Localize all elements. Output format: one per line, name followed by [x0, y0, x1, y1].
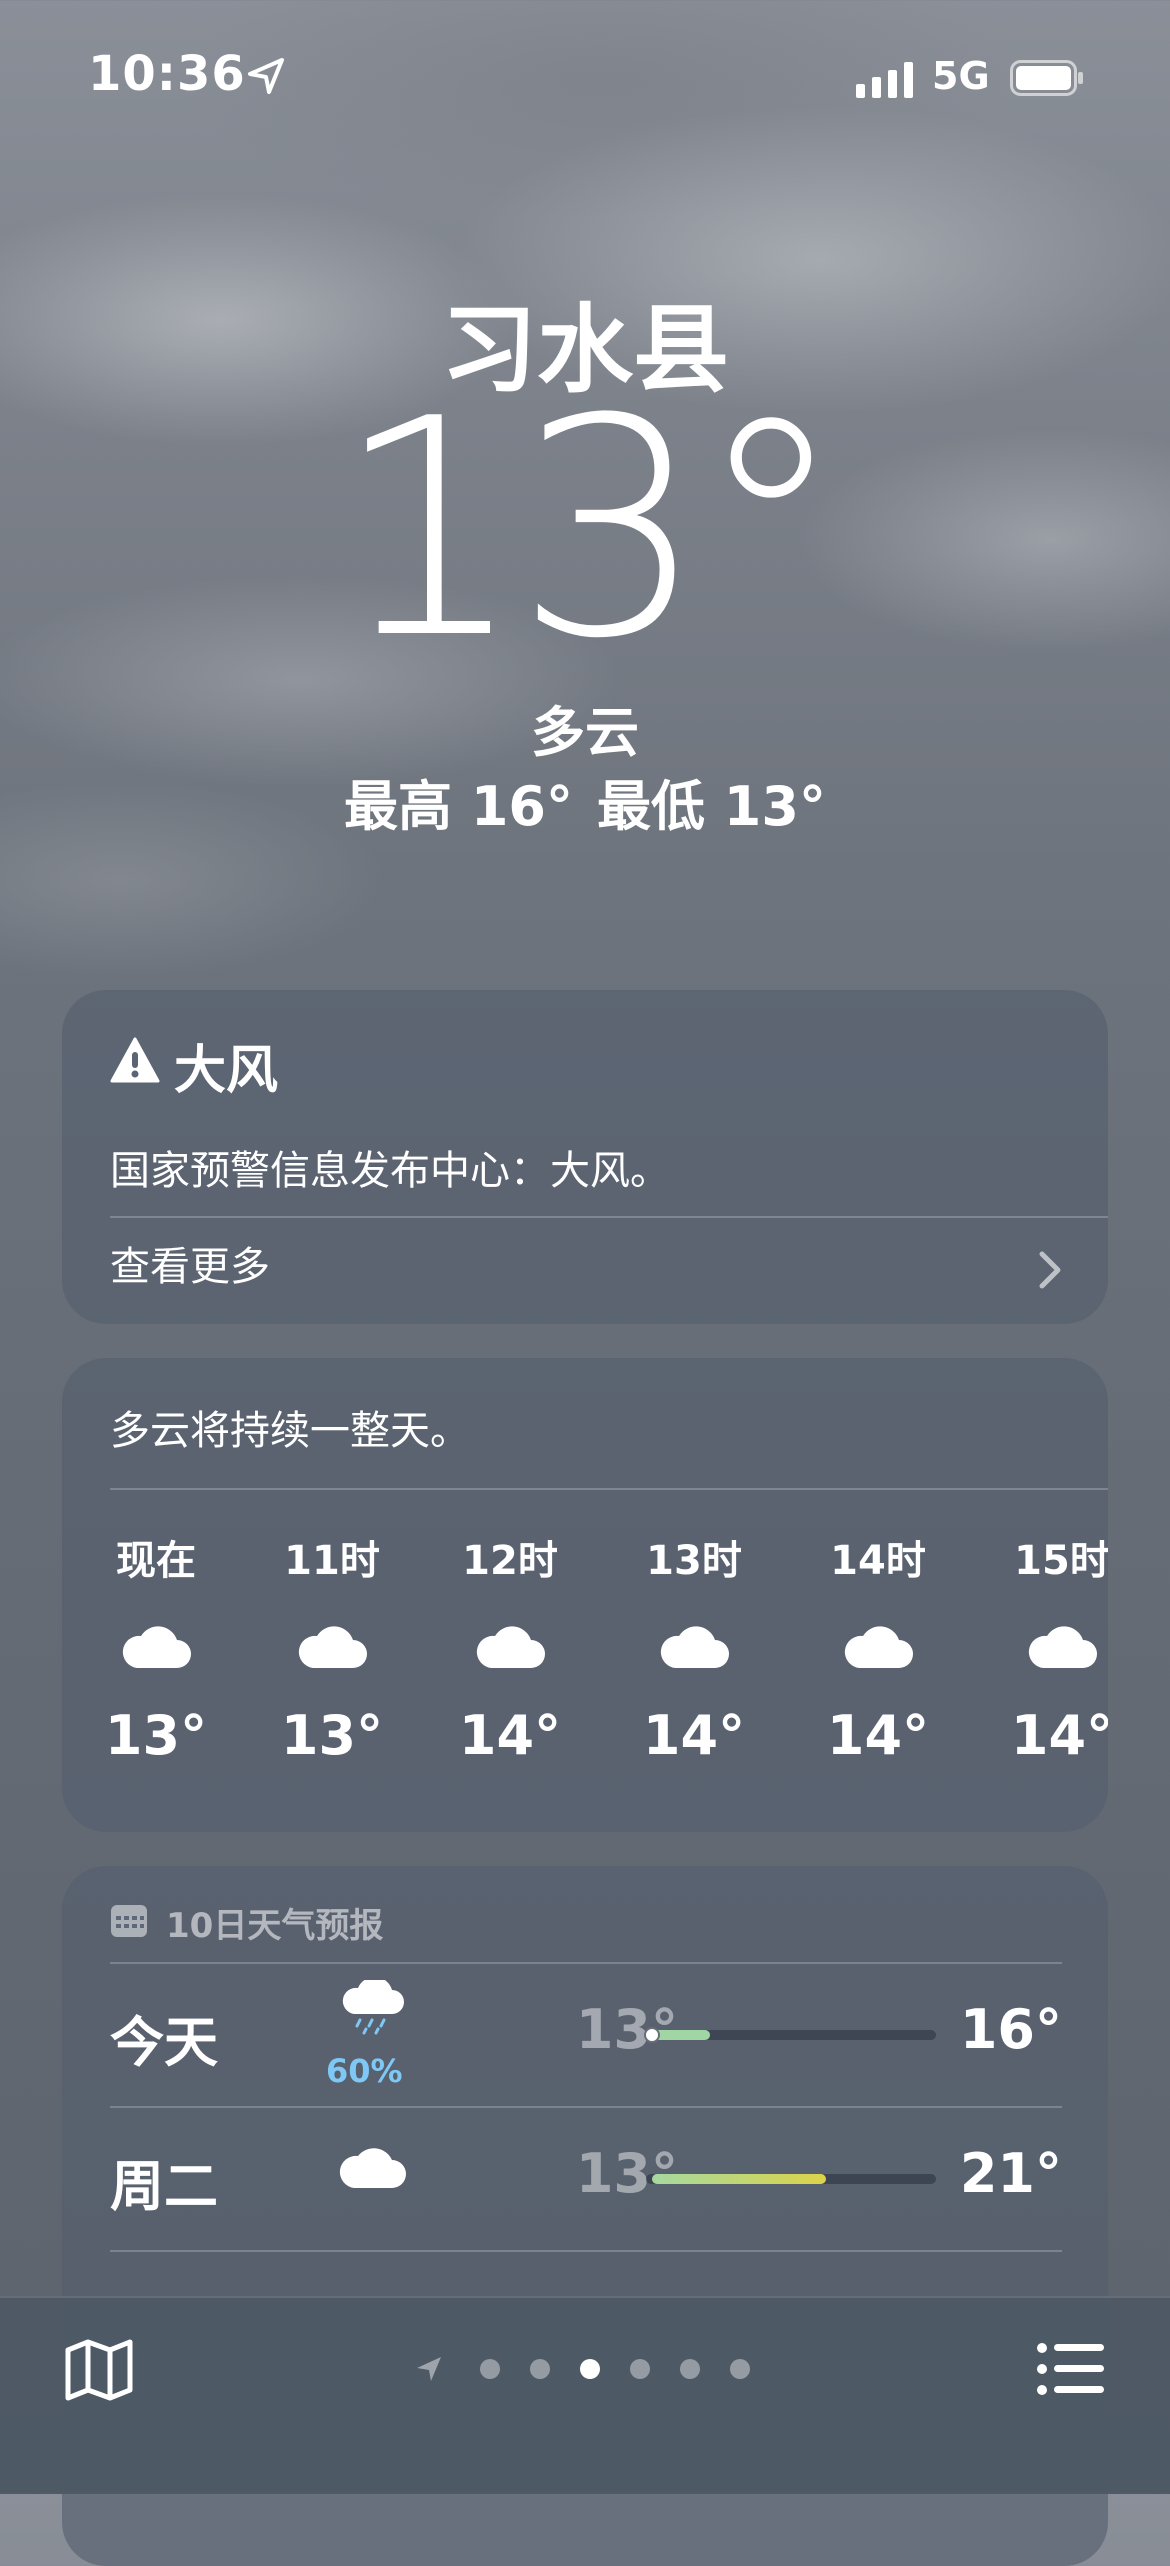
forecast-high: 21° — [959, 2142, 1062, 2205]
cloud-icon — [1028, 1626, 1097, 1668]
cloud-icon — [476, 1626, 545, 1668]
forecast-header: 10日天气预报 — [166, 1906, 384, 1946]
hour-temp: 13° — [280, 1704, 384, 1767]
hour-item: 12时 14° — [440, 1528, 580, 1767]
hourly-forecast-card[interactable]: 多云将持续一整天。 现在 13° 11时 13° 12时 14° 13时 14°… — [62, 1358, 1108, 1832]
chevron-right-icon — [1039, 1251, 1061, 1289]
temp-range-fill — [651, 2174, 826, 2184]
hour-label: 13时 — [646, 1538, 742, 1584]
divider — [110, 1962, 1062, 1964]
see-more-link[interactable]: 查看更多 — [110, 1234, 270, 1292]
hour-item: 11时 13° — [262, 1528, 402, 1767]
low-temp: 最低 13° — [597, 775, 826, 838]
alert-title: 大风 — [174, 1041, 279, 1101]
forecast-day: 今天 — [110, 2011, 218, 2074]
calendar-icon — [111, 1905, 147, 1937]
location-arrow-icon — [417, 2357, 441, 2381]
precip-chance: 60% — [326, 2052, 403, 2090]
location-arrow-icon — [248, 58, 284, 94]
network-type: 5G — [932, 54, 990, 98]
current-condition: 多云 — [531, 701, 639, 764]
hour-temp: 14° — [826, 1704, 930, 1767]
map-icon[interactable] — [64, 2338, 134, 2402]
high-low-temps: 最高 16° 最低 13° — [0, 762, 1170, 841]
list-icon[interactable] — [1036, 2340, 1106, 2398]
divider — [110, 1488, 1108, 1490]
hour-item: 13时 14° — [624, 1528, 764, 1767]
cloud-rain-icon — [342, 1980, 404, 2035]
cloud-icon — [660, 1626, 729, 1668]
status-time: 10:36 — [88, 46, 246, 102]
high-temp: 最高 16° — [344, 775, 573, 838]
cloud-icon — [339, 2148, 406, 2188]
warning-icon — [110, 1037, 160, 1083]
weather-alert-card[interactable]: 大风 国家预警信息发布中心：大风。 查看更多 — [62, 990, 1108, 1324]
hour-label: 14时 — [830, 1538, 926, 1584]
forecast-high: 16° — [959, 1998, 1062, 2061]
hour-temp: 14° — [642, 1704, 746, 1767]
temp-range-bar — [643, 2027, 936, 2043]
cloud-icon — [298, 1626, 367, 1668]
bottom-toolbar — [0, 2296, 1170, 2494]
hour-item: 现在 13° — [86, 1528, 226, 1767]
hourly-summary: 多云将持续一整天。 — [110, 1408, 470, 1454]
page-dot[interactable] — [630, 2359, 650, 2379]
alert-text: 国家预警信息发布中心：大风。 — [110, 1148, 670, 1194]
page-dot-active[interactable] — [580, 2359, 600, 2379]
page-dot[interactable] — [730, 2359, 750, 2379]
divider — [110, 1216, 1108, 1218]
hour-temp: 14° — [1010, 1704, 1108, 1767]
divider — [110, 2106, 1062, 2108]
hour-item: 14时 14° — [808, 1528, 948, 1767]
hour-temp: 13° — [104, 1704, 208, 1767]
hour-label: 11时 — [284, 1538, 380, 1584]
page-dot[interactable] — [530, 2359, 550, 2379]
battery-icon — [1010, 60, 1083, 96]
hour-label: 现在 — [116, 1538, 196, 1584]
forecast-day: 周二 — [110, 2155, 218, 2218]
cloud-icon — [122, 1626, 191, 1668]
temp-range-bar — [646, 2174, 936, 2184]
divider — [110, 2250, 1062, 2252]
hour-label: 15时 — [1014, 1538, 1108, 1584]
current-temperature: 13° — [334, 355, 846, 704]
page-dot[interactable] — [480, 2359, 500, 2379]
hour-item: 15时 14° — [992, 1528, 1108, 1767]
current-temp-marker — [643, 2027, 660, 2043]
signal-icon — [856, 62, 913, 98]
status-bar: 10:36 5G — [0, 0, 1170, 150]
hour-label: 12时 — [462, 1538, 558, 1584]
hour-temp: 14° — [458, 1704, 562, 1767]
page-dot[interactable] — [680, 2359, 700, 2379]
cloud-icon — [844, 1626, 913, 1668]
